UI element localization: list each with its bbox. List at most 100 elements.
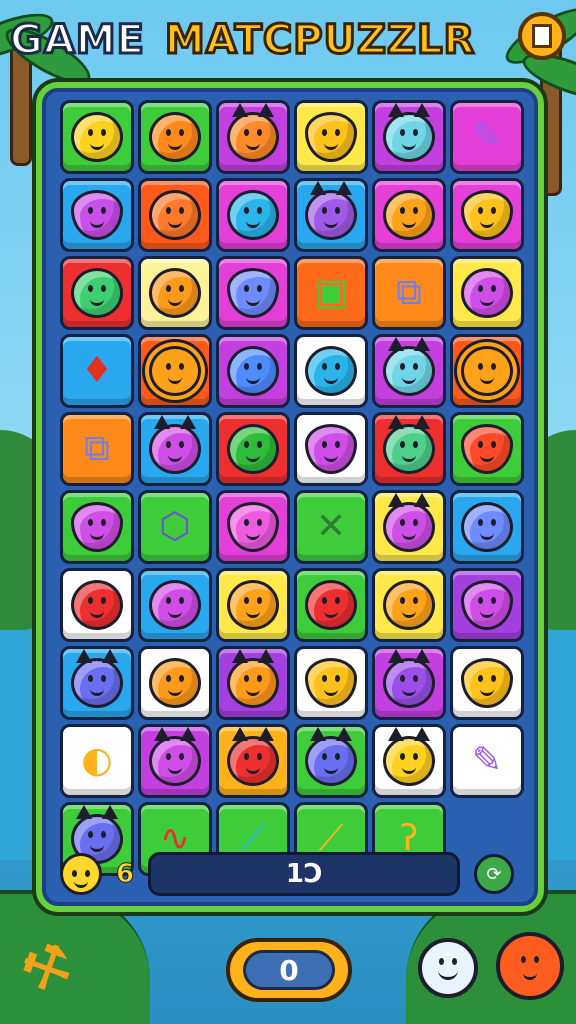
board-tile[interactable] xyxy=(60,256,134,330)
hud-bar: 6 1Ͻ ⟳ xyxy=(60,848,526,900)
board-tile[interactable] xyxy=(372,490,446,564)
title-word-game: GAME xyxy=(9,16,146,65)
purple-cat-icon xyxy=(383,493,435,552)
refresh-button[interactable]: ⟳ xyxy=(474,854,514,894)
pause-button[interactable] xyxy=(518,12,566,60)
yellow-blob-icon xyxy=(305,112,357,162)
kite-icon: ⬡ xyxy=(159,506,191,547)
orange-blob-icon xyxy=(149,190,201,240)
board-tile[interactable] xyxy=(450,178,524,252)
orange-ball-icon xyxy=(227,580,279,630)
board-tile[interactable] xyxy=(450,490,524,564)
board-tile[interactable] xyxy=(138,100,212,174)
red-ball-icon xyxy=(305,580,357,630)
blue-blob-icon xyxy=(461,502,513,552)
purple-cat-icon xyxy=(305,181,357,240)
board-tile[interactable] xyxy=(138,256,212,330)
blue-lollipop-icon xyxy=(227,190,279,240)
board-tile[interactable] xyxy=(216,490,290,564)
orange-bomb-icon[interactable] xyxy=(496,932,564,1000)
red-apple-icon xyxy=(71,580,123,630)
board-tile[interactable]: ✕ xyxy=(294,490,368,564)
board-tile[interactable] xyxy=(450,412,524,486)
board-tile[interactable] xyxy=(450,646,524,720)
red-cat-icon xyxy=(227,727,279,786)
board-tile[interactable] xyxy=(294,178,368,252)
board-tile[interactable]: ⬡ xyxy=(138,490,212,564)
board-tile[interactable] xyxy=(372,100,446,174)
board-tile[interactable] xyxy=(60,646,134,720)
refresh-icon: ⟳ xyxy=(486,863,502,885)
board-tile[interactable] xyxy=(138,724,212,798)
board-tile[interactable]: ⧉ xyxy=(372,256,446,330)
board-tile[interactable] xyxy=(294,646,368,720)
purple-blob-icon xyxy=(71,502,123,552)
board-tile[interactable] xyxy=(450,334,524,408)
board-tile[interactable] xyxy=(216,256,290,330)
board-tile[interactable] xyxy=(216,412,290,486)
purple-blob-icon xyxy=(461,580,513,630)
scroll-icon: ⧉ xyxy=(396,272,422,313)
progress-display: 1Ͻ xyxy=(148,852,460,896)
board-tile[interactable] xyxy=(372,178,446,252)
board-tile[interactable] xyxy=(372,646,446,720)
blue-lollipop-icon xyxy=(305,346,357,396)
yellow-cat-icon xyxy=(383,727,435,786)
board-tile[interactable]: ✎ xyxy=(450,100,524,174)
board-tile[interactable]: ✎ xyxy=(450,724,524,798)
board-tile[interactable] xyxy=(60,490,134,564)
scroll-icon: ⧉ xyxy=(84,428,110,469)
board-tile[interactable]: ◐ xyxy=(60,724,134,798)
board-tile[interactable] xyxy=(450,568,524,642)
blue-blob-icon xyxy=(227,346,279,396)
blue-cat-icon xyxy=(383,103,435,162)
board-tile[interactable] xyxy=(372,412,446,486)
board-tile[interactable] xyxy=(294,412,368,486)
board-tile[interactable] xyxy=(138,178,212,252)
board-tile[interactable] xyxy=(372,334,446,408)
board-tile[interactable] xyxy=(216,724,290,798)
purple-blob-icon xyxy=(71,190,123,240)
board-tile[interactable] xyxy=(60,178,134,252)
board-tile[interactable] xyxy=(450,256,524,330)
board-tile[interactable]: ⧉ xyxy=(60,412,134,486)
board-tile[interactable] xyxy=(138,568,212,642)
orange-fruit-icon xyxy=(383,580,435,630)
board-tile[interactable] xyxy=(216,334,290,408)
board-tile[interactable]: ♦ xyxy=(60,334,134,408)
orange-cat-icon xyxy=(227,649,279,708)
pink-blob-icon xyxy=(227,502,279,552)
board-tile[interactable] xyxy=(138,334,212,408)
board-tile[interactable] xyxy=(60,568,134,642)
purple-plum-icon xyxy=(149,580,201,630)
pause-icon xyxy=(532,24,552,48)
board-tile[interactable] xyxy=(372,724,446,798)
board-tile[interactable]: ▣ xyxy=(294,256,368,330)
pencil-icon: ✎ xyxy=(471,740,503,781)
orange-fruit-icon xyxy=(149,112,201,162)
orange-cat-icon xyxy=(227,103,279,162)
board-tile[interactable] xyxy=(294,724,368,798)
robot-face-icon[interactable] xyxy=(418,938,478,998)
board-tile[interactable] xyxy=(138,646,212,720)
yellow-blob-icon xyxy=(461,658,513,708)
board-tile[interactable] xyxy=(294,334,368,408)
board-tile[interactable] xyxy=(138,412,212,486)
board-tile[interactable] xyxy=(294,100,368,174)
board-tile[interactable] xyxy=(216,178,290,252)
game-board: ✎ ▣ ⧉ ♦ ⧉ ⬡ ✕ ◐ ✎ ∿ ⟋ ⟋ ʔ 6 1Ͻ ⟳ xyxy=(36,82,544,912)
purple-cat-icon xyxy=(383,649,435,708)
title-word-match: MATCPUZZLR xyxy=(163,16,476,65)
blue-cat-icon xyxy=(383,337,435,396)
board-tile[interactable] xyxy=(216,646,290,720)
board-tile[interactable] xyxy=(216,100,290,174)
score-value: 0 xyxy=(243,950,335,990)
book-icon: ▣ xyxy=(313,272,348,313)
board-tile[interactable] xyxy=(60,100,134,174)
board-tile[interactable] xyxy=(372,568,446,642)
board-tile[interactable] xyxy=(294,568,368,642)
blue-cat-icon xyxy=(305,727,357,786)
yellow-blob-icon xyxy=(461,190,513,240)
board-tile[interactable] xyxy=(216,568,290,642)
yellow-blob-icon xyxy=(305,658,357,708)
